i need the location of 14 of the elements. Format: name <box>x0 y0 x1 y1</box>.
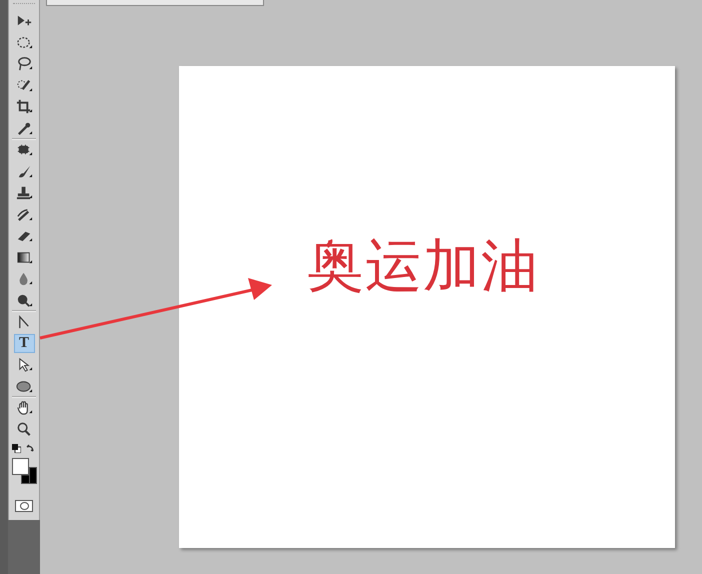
lasso-icon <box>16 55 32 72</box>
background-color-swatch[interactable] <box>21 475 29 484</box>
type-tool[interactable]: T <box>14 334 34 353</box>
default-colors-icon[interactable] <box>12 444 21 453</box>
canvas-text: 奥运加油 <box>307 238 539 295</box>
document-tab[interactable] <box>46 0 264 6</box>
hand-icon <box>16 399 32 416</box>
swap-colors-icon[interactable] <box>26 444 35 453</box>
stamp-icon <box>16 184 32 202</box>
quick-mask-button[interactable] <box>15 500 33 512</box>
foreground-color-swatch[interactable] <box>12 458 29 475</box>
background-color-swatch[interactable] <box>29 467 37 484</box>
crop-icon <box>16 98 32 116</box>
zoom-icon <box>16 420 32 438</box>
